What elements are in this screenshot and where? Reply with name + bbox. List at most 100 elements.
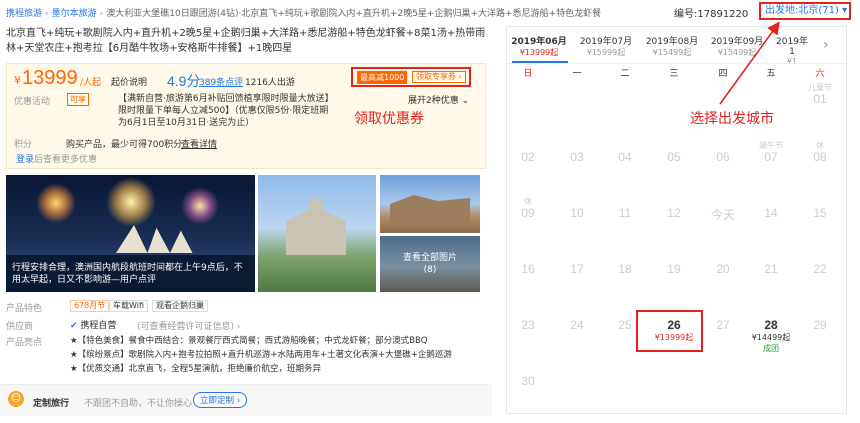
get-coupon-button[interactable]: 领取专享券 › [412,71,466,83]
verified-icon: ✔ [70,321,78,331]
day-number: 25 [618,318,632,332]
calendar-day: 儿童节 01 [800,82,840,106]
day-number: 28 [764,318,778,332]
day-number: 30 [521,374,535,388]
divider [507,63,846,64]
price-explanation-link[interactable]: 起价说明 [111,75,147,88]
photo-review-author: —用户点评 [111,275,157,285]
features-label: 产品特色 [6,304,43,314]
supplier-name-text: 携程自营 [80,321,117,331]
holiday-label: 儿童节 [808,83,832,92]
photo-review-caption: 行程安排合理，澳洲国内航段航班时间都在上午9点后，不用太早起，日又不影响游—用户… [12,262,248,286]
supplier-license-link[interactable]: (可查看经营许可证信息) › [137,319,240,332]
customize-now-button[interactable]: 立即定制 › [193,392,248,408]
expand-promos-button[interactable]: 展开2种优惠 ⌄ [408,93,469,106]
traveler-count: 1216人出游 [245,78,295,88]
day-number: 23 [521,318,535,332]
day-number: 18 [618,262,632,276]
day-number: 15 [813,206,827,220]
view-all-photos-link[interactable]: 查看全部图片 (8) [380,252,480,276]
login-hint: 登录后查看更多优惠 [16,152,97,165]
breadcrumb: 携程旅游 › 墨尔本旅游 › 澳大利亚大堡礁10日跟团游(4钻)·北京直飞+纯玩+歌剧院… [6,6,666,19]
price-amount: 13999 [22,67,78,89]
photo-federation-square[interactable] [380,175,480,233]
weekday-header: 日 [523,69,533,79]
day-number: 01 [813,92,827,106]
month-tab-2019-07[interactable]: 2019年07月 ¥15999起 [574,34,638,58]
holiday-label [508,308,548,318]
feature-tag: 观看企鹅归巢 [152,300,208,312]
calendar-day: 29 [800,308,840,332]
calendar-day: 17 [557,252,597,276]
calendar-day: 14 [751,196,791,220]
day-number: 14 [764,206,778,220]
product-number: 编号:17891220 [674,9,749,20]
holiday-label [703,308,743,318]
login-hint-text: 后查看更多优惠 [34,155,98,165]
day-number: 27 [716,318,730,332]
holiday-label [557,252,597,262]
calendar-day: 10 [557,196,597,220]
weekday-header: 六 [815,69,825,79]
holiday-label [751,252,791,262]
reviews-link[interactable]: 389条点评 [199,75,243,88]
month-tab-2019-10[interactable]: 2019年1 ¥1 [775,34,809,66]
day-number: 02 [521,150,535,164]
day-number: 24 [570,318,584,332]
calendar-day: 04 [605,140,645,164]
calendar-day: 21 [751,252,791,276]
holiday-label [654,252,694,262]
annotation-get-coupon: 领取优惠券 [354,111,424,127]
calendar-day: 休 08 [800,140,840,164]
custom-travel-title: 定制旅行 [33,399,70,409]
holiday-label [605,196,645,206]
promo-label: 优惠活动 [14,97,51,107]
month-label: 2019年07月 [579,37,633,47]
holiday-label: 休 [524,197,532,206]
day-number: 今天 [710,208,735,222]
month-label: 2019年1 [776,37,808,57]
holiday-label [605,140,645,150]
day-number: 07 [764,150,778,164]
weekday-header: 四 [718,69,728,79]
points-details-link[interactable]: 查看详情 [181,137,217,150]
breadcrumb-current: 澳大利亚大堡礁10日跟团游(4钻)·北京直飞+纯玩+歌剧院入内+直升机+2晚5星… [106,9,602,19]
month-label: 2019年09月 [710,37,764,47]
holiday-label [800,308,840,318]
calendar-day: 11 [605,196,645,220]
calendar-day: 20 [703,252,743,276]
promo-tag: 可享 [67,93,89,106]
day-number: 08 [813,150,827,164]
month-price: ¥15999起 [586,48,626,57]
points-label: 积分 [14,140,33,150]
calendar-day: 02 [508,140,548,164]
calendar-day-available[interactable]: 28 ¥14499起 成团 [747,308,795,354]
day-number: 04 [618,150,632,164]
custom-travel-subtitle: 不跟团不自助，不让你操心 [84,399,193,409]
holiday-label [751,196,791,206]
highlights-label: 产品亮点 [6,338,43,348]
breadcrumb-link-ctrip[interactable]: 携程旅游 [6,9,42,19]
holiday-label [557,140,597,150]
login-link[interactable]: 登录 [16,155,34,165]
day-number: 12 [667,206,681,220]
calendar-day: 03 [557,140,597,164]
calendar-day: 22 [800,252,840,276]
holiday-label [508,364,548,374]
month-tab-2019-09[interactable]: 2019年09月 ¥15499起 [705,34,769,58]
weekday-header: 三 [669,69,679,79]
highlight-item: ★【优质交通】北京直飞，全程5星演航，拒绝廉价航空，班期务异 [70,364,322,374]
month-tab-2019-06[interactable]: 2019年06月 ¥13999起 [507,34,571,58]
month-tab-2019-08[interactable]: 2019年08月 ¥15499起 [640,34,704,58]
holiday-label [508,140,548,150]
breadcrumb-link-melbourne[interactable]: 墨尔本旅游 [52,9,97,19]
supplier-name: ✔ 携程自营 [70,318,116,331]
day-number: 11 [618,206,632,220]
departure-city-selector[interactable]: 出发地:北京(71) ▾ [759,2,851,20]
calendar-day: 休 09 [508,196,548,220]
photo-melbourne-exhibition-building[interactable] [258,175,376,292]
holiday-label [654,196,694,206]
weekday-header: 二 [620,69,630,79]
breadcrumb-separator: › [45,9,49,19]
chevron-right-icon[interactable]: › [823,37,829,53]
